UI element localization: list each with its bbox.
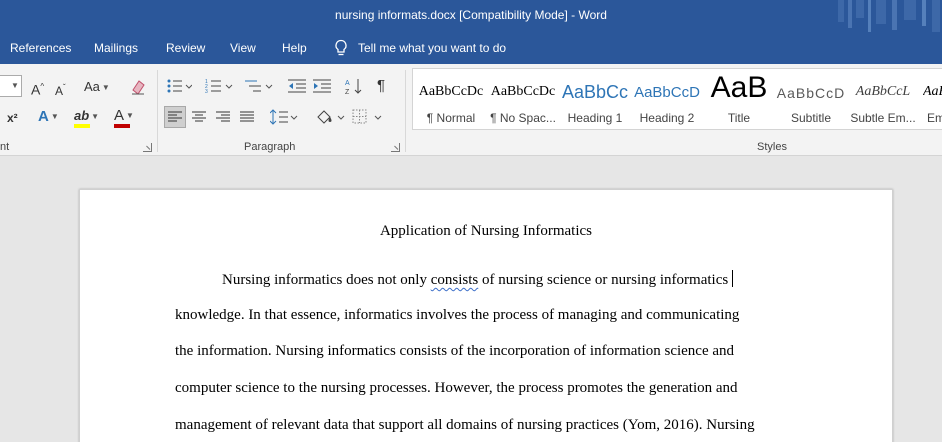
paragraph-line: management of relevant data that support… — [175, 417, 755, 433]
style-name: Heading 1 — [567, 111, 623, 125]
svg-text:Z: Z — [345, 89, 350, 95]
style-heading-2[interactable]: AaBbCcD Heading 2 — [631, 69, 703, 129]
font-size-box[interactable]: ▼ — [0, 75, 22, 97]
document-heading: Application of Nursing Informatics — [379, 223, 593, 239]
paragraph-line: knowledge. In that essence, informatics … — [175, 307, 740, 323]
paragraph-line: Nursing informatics does not only consis… — [222, 270, 734, 289]
text-effects-icon[interactable]: A ▼ — [38, 109, 59, 125]
font-group-label: nt — [0, 141, 10, 153]
ribbon: ▼ A^ Aˇ Aa ▼ x² A ▼ ab ▼ A ▼ nt 1 2 3 A … — [0, 64, 942, 156]
style-heading-1[interactable]: AaBbCc Heading 1 — [559, 69, 631, 129]
tell-me-box[interactable]: Tell me what you want to do — [334, 39, 506, 57]
style-name: ¶ Normal — [426, 111, 476, 125]
window-title: nursing informats.docx [Compatibility Mo… — [335, 8, 607, 22]
change-case-icon[interactable]: Aa ▼ — [84, 79, 110, 96]
align-right-icon[interactable] — [216, 111, 230, 123]
clear-formatting-icon[interactable] — [129, 78, 147, 96]
text-caret — [732, 270, 734, 287]
tab-mailings[interactable]: Mailings — [94, 41, 138, 55]
tab-references[interactable]: References — [10, 41, 71, 55]
align-left-icon — [168, 111, 182, 122]
justify-icon[interactable] — [240, 111, 254, 123]
style-name: Title — [727, 111, 751, 125]
show-formatting-icon[interactable]: ¶ — [377, 78, 385, 94]
style-sample: AaBbCcD — [776, 85, 846, 101]
numbering-icon[interactable]: 1 2 3 — [205, 78, 233, 94]
shading-icon[interactable] — [315, 108, 345, 126]
group-separator — [405, 70, 406, 152]
style-subtle-emphasis[interactable]: AaBbCcL Subtle Em... — [847, 69, 919, 129]
ribbon-tabs: References Mailings Review View Help Tel… — [0, 32, 942, 64]
title-bar: nursing informats.docx [Compatibility Mo… — [0, 0, 942, 32]
font-dialog-launcher[interactable] — [143, 143, 152, 152]
tab-help[interactable]: Help — [282, 41, 307, 55]
style-subtitle[interactable]: AaBbCcD Subtitle — [775, 69, 847, 129]
lightbulb-icon — [335, 39, 347, 56]
style-sample: AaBbCcD — [634, 84, 700, 101]
borders-icon[interactable] — [352, 109, 382, 125]
align-center-icon[interactable] — [192, 111, 206, 123]
sort-icon[interactable]: AZ — [345, 77, 363, 95]
title-bar-decoration — [838, 0, 940, 32]
paragraph-line: computer science to the nursing processe… — [175, 380, 738, 396]
highlight-color-bar — [74, 124, 90, 128]
style-name: Heading 2 — [639, 111, 695, 125]
style-emphasis[interactable]: AaB Em — [919, 69, 942, 129]
style-title[interactable]: AaB Title — [703, 69, 775, 129]
align-left-button[interactable] — [164, 106, 186, 128]
multilevel-list-icon[interactable] — [245, 78, 273, 94]
paragraph-group-label: Paragraph — [244, 141, 296, 153]
style-sample: AaBbCc — [561, 82, 629, 102]
styles-gallery: AaBbCcDc ¶ Normal AaBbCcDc ¶ No Spac... … — [412, 68, 942, 130]
document-page[interactable]: Application of Nursing Informatics Nursi… — [79, 189, 893, 442]
highlight-icon[interactable]: ab ▼ — [74, 108, 99, 125]
shrink-font-icon[interactable]: Aˇ — [55, 80, 66, 99]
svg-text:A: A — [345, 80, 350, 87]
group-separator — [157, 70, 158, 152]
style-sample: AaB — [923, 84, 942, 99]
style-name: ¶ No Spac... — [490, 111, 556, 125]
style-sample: AaB — [710, 71, 768, 104]
superscript-icon[interactable]: x² — [7, 110, 18, 126]
style-no-spacing[interactable]: AaBbCcDc ¶ No Spac... — [487, 69, 559, 129]
line-spacing-icon[interactable] — [270, 109, 298, 125]
style-normal[interactable]: AaBbCcDc ¶ Normal — [415, 69, 487, 129]
tab-view[interactable]: View — [230, 41, 256, 55]
style-sample: AaBbCcL — [855, 84, 911, 99]
styles-group-label: Styles — [757, 141, 787, 153]
bullets-icon[interactable] — [166, 78, 192, 94]
style-sample: AaBbCcDc — [418, 84, 484, 99]
paragraph-dialog-launcher[interactable] — [391, 143, 400, 152]
font-color-icon[interactable]: A ▼ — [114, 108, 134, 124]
increase-indent-icon[interactable] — [313, 78, 331, 94]
style-name: Subtitle — [790, 111, 832, 125]
paragraph-line: the information. Nursing informatics con… — [175, 343, 735, 359]
style-name: Subtle Em... — [850, 111, 916, 125]
font-color-bar — [114, 124, 130, 128]
tell-me-label: Tell me what you want to do — [358, 41, 507, 55]
tab-review[interactable]: Review — [166, 41, 205, 55]
svg-text:3: 3 — [205, 89, 208, 94]
grow-font-icon[interactable]: A^ — [31, 79, 44, 98]
spelling-flagged-word[interactable]: consists — [431, 272, 479, 288]
style-name: Em — [927, 111, 942, 125]
style-sample: AaBbCcDc — [490, 84, 556, 99]
decrease-indent-icon[interactable] — [288, 78, 306, 94]
